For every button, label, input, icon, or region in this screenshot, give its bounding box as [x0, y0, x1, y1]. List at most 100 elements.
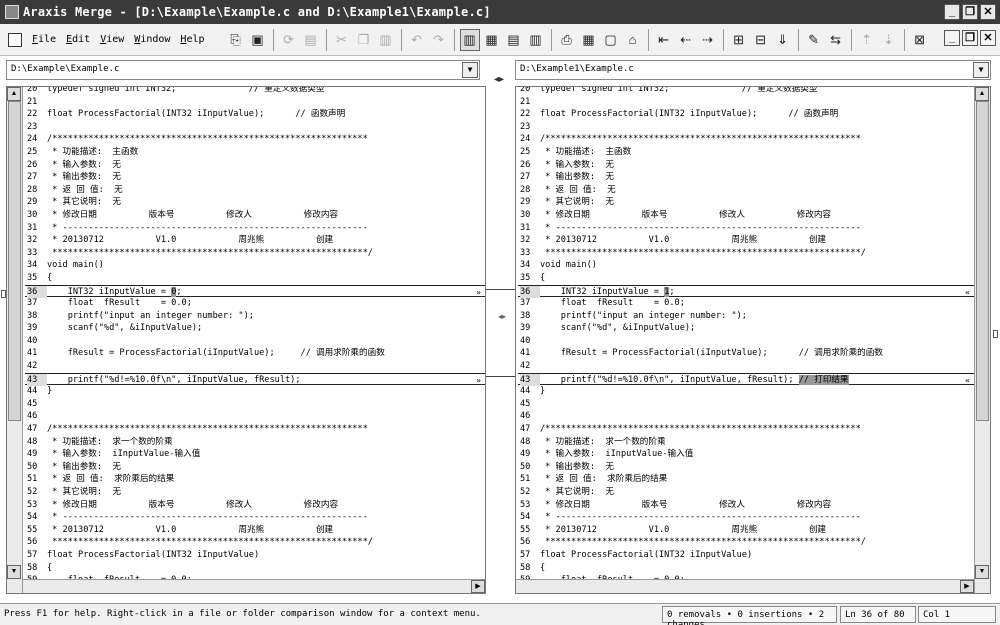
code-line[interactable]: 47 /*************************************…	[25, 423, 485, 436]
code-line[interactable]: 25 * 功能描述: 主函数	[25, 146, 485, 159]
code-line[interactable]: 38 printf("input an integer number: ");	[25, 310, 485, 323]
code-line[interactable]: 21	[25, 96, 485, 109]
code-line[interactable]: 33 *************************************…	[518, 247, 974, 260]
code-line[interactable]: 34 void main()	[518, 259, 974, 272]
vertical-layout-icon[interactable]: ▥	[526, 29, 546, 51]
code-line[interactable]: 58 {	[518, 562, 974, 575]
left-vertical-scrollbar[interactable]: ▲ ▼	[7, 87, 23, 593]
menu-window[interactable]: Window	[134, 34, 170, 45]
horizontal-layout-icon[interactable]: ▤	[504, 29, 524, 51]
code-line[interactable]: 30 * 修改日期 版本号 修改人 修改内容	[518, 209, 974, 222]
close-compare-icon[interactable]: ⊠	[910, 29, 930, 51]
changed-line[interactable]: 43 printf("%d!=%10.0f\n", iInputValue, f…	[25, 372, 485, 387]
menu-file[interactable]: File	[32, 34, 56, 45]
scroll-up-icon[interactable]: ▲	[975, 87, 989, 101]
menu-view[interactable]: View	[100, 34, 124, 45]
code-line[interactable]: 40	[25, 335, 485, 348]
code-line[interactable]: 47 /*************************************…	[518, 423, 974, 436]
scroll-right-icon[interactable]: ▶	[471, 580, 485, 593]
code-line[interactable]: 41 fResult = ProcessFactorial(iInputValu…	[518, 347, 974, 360]
folder-icon[interactable]: ▢	[601, 29, 621, 51]
restore-button[interactable]: ❐	[962, 4, 978, 20]
redo-icon[interactable]: ↷	[429, 29, 449, 51]
left-scroll-thumb[interactable]	[8, 101, 21, 421]
report-icon[interactable]: ▦	[579, 29, 599, 51]
code-line[interactable]: 22 float ProcessFactorial(INT32 iInputVal…	[518, 108, 974, 121]
code-line[interactable]: 28 * 返 回 值: 无	[518, 184, 974, 197]
left-file-pane[interactable]: ▲ ▼ 20 typedef signed int INT32; // 重定义数据…	[6, 86, 486, 594]
code-line[interactable]: 58 {	[25, 562, 485, 575]
code-line[interactable]: 57 float ProcessFactorial(INT32 iInputVal…	[25, 549, 485, 562]
code-line[interactable]: 51 * 返 回 值: 求阶乘后的结果	[25, 473, 485, 486]
changed-line[interactable]: 43 printf("%d!=%10.0f\n", iInputValue, f…	[518, 372, 974, 387]
code-line[interactable]: 32 * 20130712 V1.0 周兆熊 创建	[518, 234, 974, 247]
code-line[interactable]: 48 * 功能描述: 求一个数的阶乘	[25, 436, 485, 449]
first-change-icon[interactable]: ⇤	[654, 29, 674, 51]
new-comparison-icon[interactable]: ⎘	[226, 29, 246, 51]
code-line[interactable]: 55 * 20130712 V1.0 周兆熊 创建	[518, 524, 974, 537]
scroll-right-icon[interactable]: ▶	[960, 580, 974, 593]
open-icon[interactable]: ▣	[248, 29, 268, 51]
code-line[interactable]: 20 typedef signed int INT32; // 重定义数据类型	[518, 87, 974, 96]
code-line[interactable]: 23	[25, 121, 485, 134]
code-line[interactable]: 54 * -----------------------------------…	[518, 511, 974, 524]
code-line[interactable]: 30 * 修改日期 版本号 修改人 修改内容	[25, 209, 485, 222]
code-line[interactable]: 57 float ProcessFactorial(INT32 iInputVal…	[518, 549, 974, 562]
code-line[interactable]: 39 scanf("%d", &iInputValue);	[25, 322, 485, 335]
insert-line-icon[interactable]: ⊞	[729, 29, 749, 51]
code-line[interactable]: 44}	[25, 385, 485, 398]
code-line[interactable]: 24 /*************************************…	[25, 133, 485, 146]
menu-help[interactable]: Help	[180, 34, 204, 45]
code-line[interactable]: 55 * 20130712 V1.0 周兆熊 创建	[25, 524, 485, 537]
scroll-down-icon[interactable]: ▼	[975, 565, 989, 579]
right-vertical-scrollbar[interactable]: ▲ ▼	[974, 87, 990, 593]
code-line[interactable]: 35 {	[25, 272, 485, 285]
merge-icon[interactable]: ⇆	[826, 29, 846, 51]
doc-close-button[interactable]: ✕	[980, 30, 996, 46]
swap-panes-icon[interactable]: ◂▸	[494, 74, 504, 85]
code-line[interactable]: 27 * 输出参数: 无	[25, 171, 485, 184]
code-line[interactable]: 25 * 功能描述: 主函数	[518, 146, 974, 159]
code-line[interactable]: 31 * -----------------------------------…	[25, 222, 485, 235]
code-line[interactable]: 26 * 输入参数: 无	[518, 159, 974, 172]
delete-line-icon[interactable]: ⊟	[751, 29, 771, 51]
code-line[interactable]: 39 scanf("%d", &iInputValue);	[518, 322, 974, 335]
code-line[interactable]: 46	[518, 410, 974, 423]
code-line[interactable]: 22 float ProcessFactorial(INT32 iInputVal…	[25, 108, 485, 121]
three-way-icon[interactable]: ▦	[482, 29, 502, 51]
code-line[interactable]: 40	[518, 335, 974, 348]
code-line[interactable]: 49 * 输入参数: iInputValue-输入值	[518, 448, 974, 461]
left-horizontal-scrollbar[interactable]: ▶	[23, 579, 485, 593]
code-line[interactable]: 38 printf("input an integer number: ");	[518, 310, 974, 323]
code-line[interactable]: 28 * 返 回 值: 无	[25, 184, 485, 197]
code-line[interactable]: 49 * 输入参数: iInputValue-输入值	[25, 448, 485, 461]
code-line[interactable]: 45	[518, 398, 974, 411]
code-line[interactable]: 41 fResult = ProcessFactorial(iInputValu…	[25, 347, 485, 360]
right-file-pane[interactable]: 20 typedef signed int INT32; // 重定义数据类型 21…	[515, 86, 991, 594]
code-line[interactable]: 53 * 修改日期 版本号 修改人 修改内容	[25, 499, 485, 512]
save-icon[interactable]: ▤	[301, 29, 321, 51]
right-path-dropdown-button[interactable]: ▼	[973, 62, 989, 78]
code-line[interactable]: 56 *************************************…	[518, 536, 974, 549]
close-button[interactable]: ✕	[980, 4, 996, 20]
edit-icon[interactable]: ✎	[804, 29, 824, 51]
code-line[interactable]: 51 * 返 回 值: 求阶乘后的结果	[518, 473, 974, 486]
code-line[interactable]: 35 {	[518, 272, 974, 285]
prev-change-icon[interactable]: ⇠	[676, 29, 696, 51]
code-line[interactable]: 33 *************************************…	[25, 247, 485, 260]
two-way-icon[interactable]: ▥	[459, 28, 480, 51]
code-line[interactable]: 24 /*************************************…	[518, 133, 974, 146]
changed-line[interactable]: 36 INT32 iInputValue = 1; «	[518, 284, 974, 299]
code-line[interactable]: 45	[25, 398, 485, 411]
doc-restore-button[interactable]: ❐	[962, 30, 978, 46]
left-code-view[interactable]: 20 typedef signed int INT32; // 重定义数据类型 21…	[25, 87, 485, 587]
prev-conflict-icon[interactable]: ⇡	[857, 29, 877, 51]
code-line[interactable]: 29 * 其它说明: 无	[25, 196, 485, 209]
next-change-icon[interactable]: ⇢	[698, 29, 718, 51]
code-line[interactable]: 42	[25, 360, 485, 373]
code-line[interactable]: 53 * 修改日期 版本号 修改人 修改内容	[518, 499, 974, 512]
code-line[interactable]: 34 void main()	[25, 259, 485, 272]
code-line[interactable]: 50 * 输出参数: 无	[518, 461, 974, 474]
right-code-view[interactable]: 20 typedef signed int INT32; // 重定义数据类型 21…	[518, 87, 974, 587]
code-line[interactable]: 56 *************************************…	[25, 536, 485, 549]
